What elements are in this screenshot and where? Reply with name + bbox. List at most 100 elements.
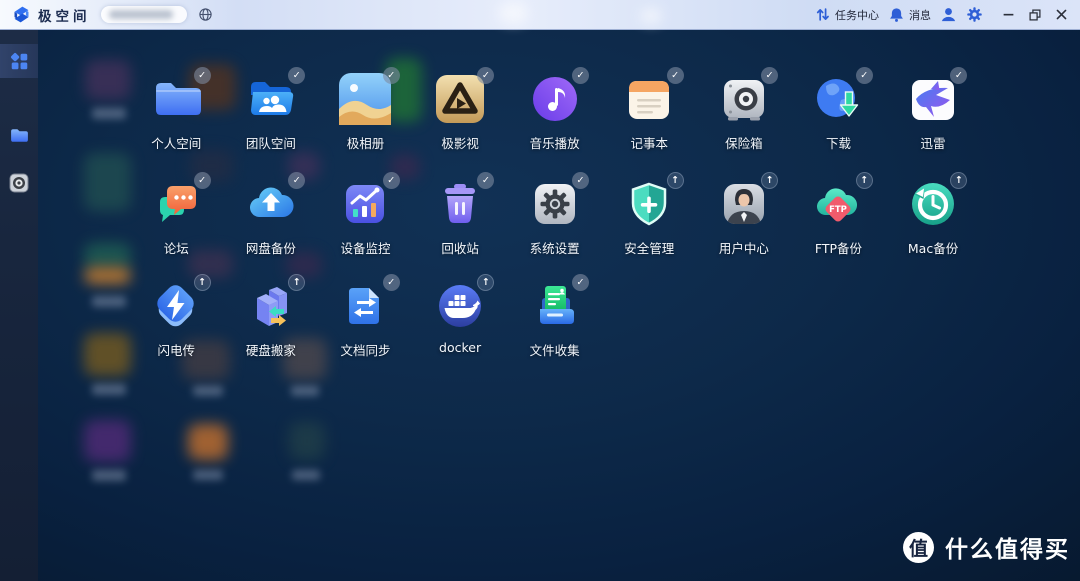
device-monitor-icon [339,178,391,230]
gear-icon[interactable] [966,6,983,23]
app-label: docker [439,340,481,355]
app-forum[interactable]: 论坛 [129,178,224,257]
app-doc-sync[interactable]: 文档同步 [318,280,413,359]
blurred-username-text [109,10,173,19]
update-badge [950,172,967,189]
smzdm-watermark-text: 什么值得买 [945,530,1070,564]
blurred-label-placeholder [292,470,320,480]
blurred-label-placeholder [92,384,126,395]
app-cloud-backup[interactable]: 网盘备份 [224,178,319,257]
installed-badge [194,172,211,189]
app-photo-album[interactable]: 极相册 [318,73,413,152]
app-safe-box[interactable]: 保险箱 [697,73,792,152]
desktop-area: 个人空间 团队空间 [38,30,1080,581]
installed-badge [477,67,494,84]
installed-badge [761,67,778,84]
sidebar-item-files[interactable] [0,118,38,152]
app-label: 文档同步 [340,340,390,359]
app-title: 极空间 [38,5,91,25]
sidebar-item-apps[interactable] [0,44,38,78]
personal-folder-icon [150,73,202,125]
task-center-button[interactable]: 任务中心 [814,6,879,23]
blurred-app-placeholder [84,153,131,211]
app-security[interactable]: 安全管理 [602,178,697,257]
messages-button[interactable]: 消息 [888,6,931,23]
app-label: 设备监控 [340,238,390,257]
app-label: 团队空间 [246,133,296,152]
app-label: Mac备份 [908,238,958,257]
blurred-label-placeholder [92,108,126,119]
update-badge [288,274,305,291]
app-label: 硬盘搬家 [246,340,296,359]
app-device-monitor[interactable]: 设备监控 [318,178,413,257]
app-notepad[interactable]: 记事本 [602,73,697,152]
blurred-label-placeholder [193,470,223,480]
blurred-label-placeholder [193,386,223,396]
app-label: 极影视 [441,133,479,152]
app-mac-backup[interactable]: Mac备份 [886,178,981,257]
installed-badge [194,67,211,84]
app-system-settings[interactable]: 系统设置 [507,178,602,257]
app-file-collect[interactable]: 文件收集 [507,280,602,359]
nas-desktop-window: 极空间 任务中心 消息 [0,0,1080,581]
app-lightning-transfer[interactable]: 闪电传 [129,280,224,359]
globe-icon[interactable] [197,6,214,23]
titlebar-highlight [498,2,528,24]
app-team-space[interactable]: 团队空间 [224,73,319,152]
download-globe-icon [812,73,864,125]
app-ftp-backup[interactable]: FTP FTP备份 [791,178,886,257]
titlebar: 极空间 任务中心 消息 [0,0,1080,30]
zspace-logo-icon [11,4,32,25]
blurred-label-placeholder [92,296,126,307]
bell-icon [888,6,905,23]
app-recycle-bin[interactable]: 回收站 [413,178,508,257]
app-label: 文件收集 [530,340,580,359]
smzdm-watermark: 值 什么值得买 [903,530,1070,564]
app-label: 下载 [826,133,851,152]
close-icon[interactable] [1055,8,1068,21]
app-label: FTP备份 [815,238,862,257]
installed-badge [288,67,305,84]
username-blurred[interactable] [101,6,187,23]
minimize-icon[interactable] [1002,8,1015,21]
notepad-icon [623,73,675,125]
app-user-center[interactable]: 用户中心 [697,178,792,257]
installed-badge [950,67,967,84]
blurred-app-placeholder [84,243,131,269]
user-icon[interactable] [940,6,957,23]
update-badge [667,172,684,189]
update-badge [477,274,494,291]
svg-text:FTP: FTP [830,205,848,215]
app-label: 用户中心 [719,238,769,257]
installed-badge [667,67,684,84]
app-personal-space[interactable]: 个人空间 [129,73,224,152]
apps-grid-icon [9,51,30,72]
task-center-label: 任务中心 [835,7,879,23]
app-label: 个人空间 [151,133,201,152]
app-label: 论坛 [164,238,189,257]
update-badge [856,172,873,189]
folder-icon [9,125,30,146]
restore-icon[interactable] [1028,8,1042,22]
blurred-label-placeholder [291,386,319,396]
app-xunlei[interactable]: 迅雷 [886,73,981,152]
sidebar-item-backup[interactable] [0,166,38,200]
app-disk-migration[interactable]: 硬盘搬家 [224,280,319,359]
app-label: 回收站 [441,238,479,257]
installed-badge [383,67,400,84]
blurred-app-placeholder [188,424,228,460]
installed-badge [288,172,305,189]
app-label: 保险箱 [725,133,763,152]
photo-album-icon [339,73,391,125]
app-label: 安全管理 [624,238,674,257]
disc-icon [9,173,29,193]
installed-badge [383,274,400,291]
app-label: 迅雷 [921,133,946,152]
doc-sync-icon [339,280,391,332]
app-movies[interactable]: 极影视 [413,73,508,152]
app-label: 系统设置 [530,238,580,257]
app-music-player[interactable]: 音乐播放 [507,73,602,152]
app-download[interactable]: 下载 [791,73,886,152]
app-docker[interactable]: docker [413,280,508,359]
app-label: 网盘备份 [246,238,296,257]
